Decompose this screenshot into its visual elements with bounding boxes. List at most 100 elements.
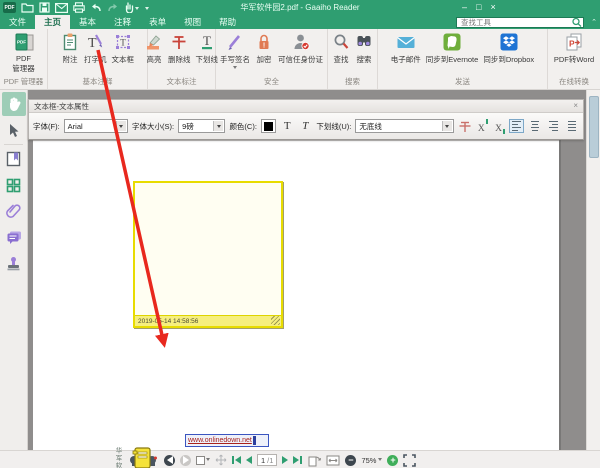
trusted-identity-button[interactable]: 可信任身份证 <box>276 31 325 66</box>
search-icon <box>572 17 582 27</box>
save-icon[interactable] <box>39 1 50 14</box>
fit-width-icon[interactable] <box>326 454 340 467</box>
last-page-button[interactable] <box>293 456 303 464</box>
tab-home[interactable]: 主页 <box>35 15 71 29</box>
encrypt-button[interactable]: ! 加密 <box>253 31 275 66</box>
underline-label: 下划线(U): <box>316 121 352 131</box>
first-page-button[interactable] <box>232 456 241 464</box>
hand-tool-button[interactable] <box>1 92 26 116</box>
dropbox-icon <box>500 33 518 51</box>
group-label: 在线转换 <box>559 77 589 86</box>
title-bar: PDF 华军软件园2.pdf - Gaaiho Reader – □ × <box>0 0 600 15</box>
note-resize-handle[interactable] <box>271 316 280 325</box>
stamps-button[interactable] <box>2 251 26 275</box>
minimize-button[interactable]: – <box>462 0 467 15</box>
document-viewport[interactable]: 2019-05-14 14:58:56 www.onlinedown.net 华… <box>28 90 600 468</box>
hand-gesture-icon[interactable] <box>124 1 139 14</box>
email-send-icon[interactable] <box>55 1 68 14</box>
font-size-select[interactable]: 9磅 <box>178 119 226 133</box>
customize-toolbar-icon[interactable] <box>145 6 149 12</box>
svg-text:!: ! <box>263 43 265 50</box>
search-input[interactable] <box>457 17 571 27</box>
zoom-in-button[interactable]: + <box>387 454 399 466</box>
strikethrough-button[interactable]: 删除线 <box>166 31 193 66</box>
page-thumbnails-button[interactable] <box>2 173 26 197</box>
svg-text:T: T <box>120 38 126 48</box>
comments-button[interactable] <box>2 225 26 249</box>
underline-style-select[interactable]: 无底线 <box>355 119 454 133</box>
attachments-button[interactable] <box>2 199 26 223</box>
previous-page-button[interactable] <box>246 456 252 464</box>
textbox-button[interactable]: T 文本框 <box>110 31 137 66</box>
find-button[interactable]: 查找 <box>330 31 352 66</box>
typewriter-button[interactable]: T 打字机 <box>82 31 109 66</box>
tab-view[interactable]: 视图 <box>175 15 210 29</box>
panel-close-icon[interactable]: × <box>573 102 578 110</box>
search-tools-box[interactable] <box>456 16 584 28</box>
chevron-down-icon <box>213 121 224 131</box>
tab-forms[interactable]: 表单 <box>140 15 175 29</box>
ribbon-tab-bar: 文件 主页 基本 注释 表单 视图 帮助 ⌃ <box>0 15 600 29</box>
next-page-button[interactable] <box>282 456 289 464</box>
ribbon-group-search: 查找 搜索 搜索 <box>328 29 378 89</box>
ribbon-group-online-convert: P PDF转Word 在线转换 <box>548 29 600 89</box>
pdf-to-word-icon: P <box>566 33 582 51</box>
note-annotation-icon[interactable] <box>132 446 152 468</box>
italic-button[interactable]: T <box>298 118 312 134</box>
sync-dropbox-button[interactable]: 同步到Dropbox <box>481 31 536 66</box>
panel-title-bar[interactable]: 文本框-文本属性 × <box>29 100 583 113</box>
maximize-button[interactable]: □ <box>476 0 481 15</box>
handwritten-signature-button[interactable]: 手写签名 <box>218 31 252 72</box>
page-current[interactable]: 1 <box>261 456 265 465</box>
font-family-select[interactable]: Arial <box>63 119 128 133</box>
select-tool-button[interactable] <box>2 118 26 142</box>
pan-tool-icon[interactable] <box>215 454 227 466</box>
close-button[interactable]: × <box>490 0 495 15</box>
superscript-button[interactable]: X <box>475 118 488 134</box>
redo-icon[interactable] <box>107 1 119 14</box>
forward-view-button[interactable] <box>180 454 191 466</box>
open-folder-icon[interactable] <box>21 1 34 14</box>
align-justify-button[interactable] <box>565 119 579 133</box>
subscript-button[interactable]: X <box>492 118 506 134</box>
zoom-level-select[interactable]: 75% <box>361 456 383 465</box>
align-left-button[interactable] <box>509 119 524 133</box>
page-number-box[interactable]: 1 /1 <box>257 454 278 466</box>
url-textbox-annotation[interactable]: www.onlinedown.net <box>185 434 269 447</box>
tab-basic[interactable]: 基本 <box>70 15 105 29</box>
rotate-pages-icon[interactable] <box>307 454 322 467</box>
align-right-button[interactable] <box>546 119 560 133</box>
pdf-manager-button[interactable]: PDF PDF 管理器 <box>10 31 37 75</box>
page-display-mode-button[interactable] <box>196 455 210 465</box>
app-window: PDF 华军软件园2.pdf - Gaaiho Reader – □ × 文件 … <box>0 0 600 468</box>
bookmarks-button[interactable] <box>2 147 26 171</box>
typewriter-icon: T <box>88 34 103 51</box>
single-page-icon <box>196 455 205 465</box>
pdf-to-word-button[interactable]: P PDF转Word <box>552 31 596 66</box>
signature-pen-icon <box>228 35 241 50</box>
tab-comment[interactable]: 注释 <box>105 15 140 29</box>
vertical-scrollbar[interactable] <box>586 90 600 450</box>
search-button[interactable]: 搜索 <box>353 31 375 66</box>
fullscreen-icon[interactable] <box>403 453 417 467</box>
email-button[interactable]: 电子邮件 <box>389 31 423 66</box>
font-color-picker[interactable] <box>260 119 277 133</box>
sticky-note-annotation[interactable]: 2019-05-14 14:58:56 <box>133 181 283 328</box>
app-logo-icon[interactable]: PDF <box>3 1 16 14</box>
highlight-button[interactable]: 高亮 <box>143 31 165 66</box>
email-icon <box>396 37 415 48</box>
align-center-button[interactable] <box>528 119 542 133</box>
note-button[interactable]: 附注 <box>59 31 81 66</box>
sync-evernote-button[interactable]: 同步到Evernote <box>424 31 481 66</box>
zoom-out-button[interactable]: − <box>345 454 357 466</box>
bold-button[interactable]: T <box>280 118 294 134</box>
strikethrough-button[interactable] <box>458 119 471 133</box>
scrollbar-thumb[interactable] <box>589 96 599 158</box>
back-view-button[interactable] <box>164 454 175 466</box>
print-icon[interactable] <box>73 1 85 14</box>
tab-help[interactable]: 帮助 <box>210 15 245 29</box>
undo-icon[interactable] <box>90 1 102 14</box>
group-label: 发送 <box>455 77 470 86</box>
tab-file[interactable]: 文件 <box>0 15 35 29</box>
collapse-ribbon-icon[interactable]: ⌃ <box>591 18 597 26</box>
